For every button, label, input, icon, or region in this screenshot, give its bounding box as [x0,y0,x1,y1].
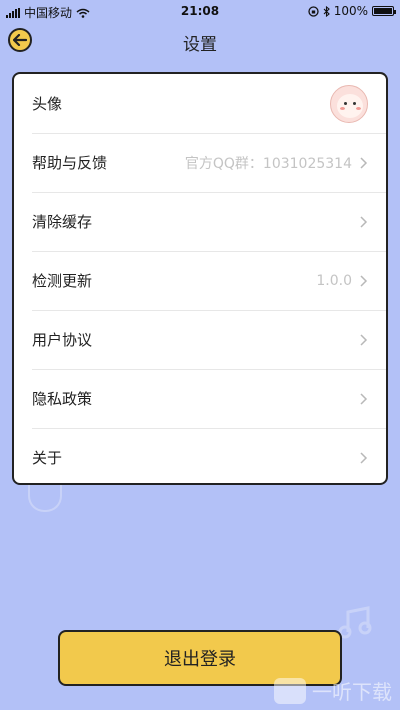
chevron-right-icon [360,333,368,346]
watermark: 一听下载 [274,676,392,705]
settings-row-label: 帮助与反馈 [32,154,108,172]
orientation-lock-icon [308,5,319,17]
status-bar-right: 100% [308,4,396,18]
settings-row-label: 检测更新 [32,272,93,290]
settings-row-user-agreement[interactable]: 用户协议 [14,310,386,369]
chevron-right-icon [360,392,368,405]
settings-row-help-feedback[interactable]: 帮助与反馈 官方QQ群：1031025314 [14,133,386,192]
chevron-right-icon [360,156,368,169]
settings-row-label: 关于 [32,449,63,467]
settings-row-value: 官方QQ群：1031025314 [184,155,352,172]
watermark-logo-icon [274,677,306,704]
bluetooth-icon [323,5,330,17]
status-bar: 中国移动 21:08 100% [0,0,400,22]
settings-row-avatar[interactable]: 头像 [14,74,386,133]
settings-row-clear-cache[interactable]: 清除缓存 [14,192,386,251]
chevron-right-icon [360,451,368,464]
settings-row-about[interactable]: 关于 [14,428,386,483]
battery-fill [374,8,392,14]
settings-row-label: 清除缓存 [32,213,93,231]
settings-row-label: 隐私政策 [32,390,93,408]
settings-row-value: 1.0.0 [316,272,352,289]
battery-icon [372,6,396,16]
settings-row-check-update[interactable]: 检测更新 1.0.0 [14,251,386,310]
settings-row-label: 头像 [32,95,63,113]
chevron-right-icon [360,215,368,228]
page-title: 设置 [183,35,217,55]
chevron-right-icon [360,274,368,287]
settings-row-label: 用户协议 [32,331,93,349]
battery-percent: 100% [333,4,368,18]
music-note-icon [338,606,372,639]
settings-row-privacy-policy[interactable]: 隐私政策 [14,369,386,428]
watermark-text: 一听下载 [312,680,392,704]
background-decoration [28,484,62,512]
settings-card: 头像 帮助与反馈 官方QQ群：1031025314 清除缓存 检测更新 1.0.… [12,72,388,485]
avatar[interactable] [330,84,368,123]
